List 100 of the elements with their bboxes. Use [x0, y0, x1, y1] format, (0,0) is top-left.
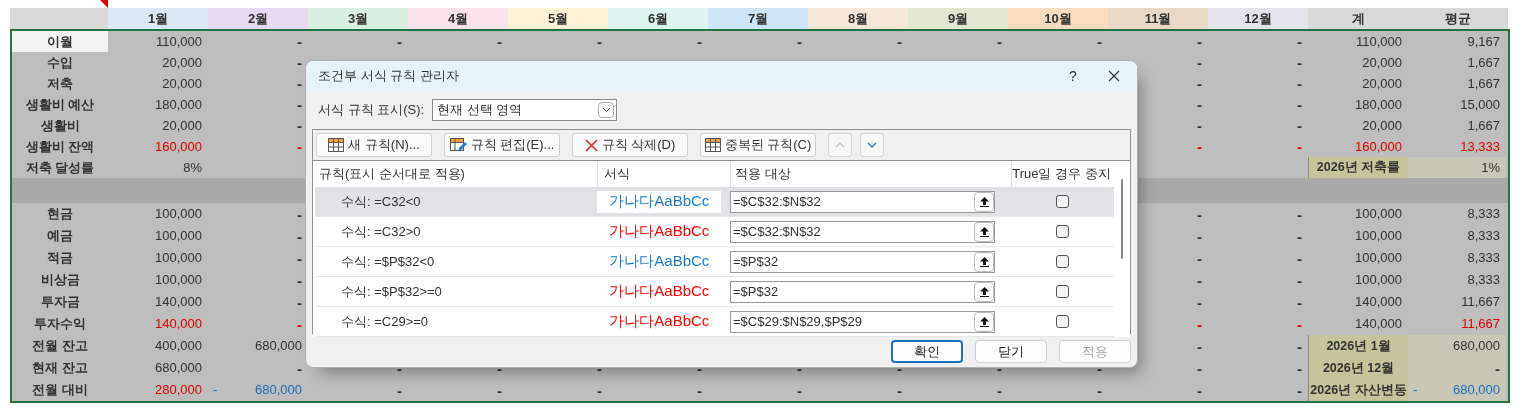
applies-to-field[interactable]: =$C$32:$N$32 [730, 220, 995, 243]
cell-value: - [797, 382, 802, 398]
row-label[interactable]: 전월 대비 [12, 379, 108, 401]
row-label[interactable]: 투자수익 [12, 313, 108, 335]
arrow-up-icon [979, 286, 989, 297]
rule-condition: 수식: =$P$32<0 [341, 253, 435, 269]
format-preview: 가나다AaBbCc [597, 190, 722, 213]
column-header: 2월 [208, 8, 308, 29]
row-label[interactable]: 저축 달성률 [12, 157, 108, 178]
toolbar-button[interactable]: 중복된 규칙(C) [700, 133, 816, 157]
toolbar-button[interactable]: 새 규칙(N)... [316, 133, 432, 157]
cell-value: 1,667 [1467, 74, 1500, 93]
cell-value: 680,000 [1453, 337, 1500, 356]
stop-checkbox[interactable] [1056, 315, 1070, 328]
cell-value: 1% [1481, 158, 1500, 177]
cell-value: 160,000 [155, 137, 202, 156]
applies-to-field[interactable]: =$P$32 [730, 250, 995, 273]
row-label[interactable]: 적금 [12, 247, 108, 269]
cell-value: 11,667 [1461, 293, 1500, 312]
show-rules-dropdown[interactable]: 현재 선택 영역 [432, 99, 618, 121]
cell-value: - [1297, 76, 1302, 91]
cell-value: 180,000 [1355, 95, 1402, 114]
row-label[interactable]: 생활비 예산 [12, 94, 108, 115]
scrollbar-thumb[interactable] [1121, 179, 1123, 259]
table-icon [328, 138, 345, 152]
cell-value: - [1197, 206, 1202, 222]
cell-value: - [897, 360, 902, 376]
cell-value: - [797, 360, 802, 376]
chevron-down-icon [867, 142, 877, 148]
cell-value: 140,000 [1355, 315, 1402, 334]
row-label[interactable]: 생활비 [12, 115, 108, 136]
stop-checkbox[interactable] [1056, 285, 1070, 298]
delete-icon [584, 138, 598, 152]
cell-value: 140,000 [155, 293, 202, 312]
cell-value: 9,167 [1467, 32, 1500, 51]
cell-value: - [697, 34, 702, 49]
row-label[interactable]: 저축 [12, 73, 108, 94]
collapse-button[interactable] [974, 311, 994, 332]
applies-to-field[interactable]: =$C$29:$N$29,$P$29 [730, 310, 995, 333]
column-header: 1월 [108, 8, 208, 29]
cell-value: - [1297, 360, 1302, 376]
stop-checkbox[interactable] [1056, 255, 1070, 268]
toolbar-button[interactable]: 규칙 편집(E)... [444, 133, 560, 157]
cell-value: - [1197, 294, 1202, 310]
column-header: 8월 [808, 8, 908, 29]
cell-value: 13,333 [1460, 137, 1500, 156]
row-label[interactable]: 전월 잔고 [12, 335, 108, 357]
dialog-button[interactable]: 닫기 [975, 340, 1047, 363]
applies-to-field[interactable]: =$C$32:$N$32 [730, 190, 995, 213]
collapse-button[interactable] [974, 221, 994, 242]
arrow-up-icon [979, 196, 989, 207]
row-label[interactable]: 이월 [12, 31, 108, 52]
toolbar-button[interactable]: 규칙 삭제(D) [572, 133, 688, 157]
cell-value: - [297, 272, 302, 288]
rule-condition: 수식: =C29>=0 [341, 313, 429, 329]
arrow-up-icon [979, 256, 989, 267]
row-label[interactable]: 현재 잔고 [12, 357, 108, 379]
rule-condition: 수식: =C32>0 [341, 223, 421, 239]
cell-value: - [697, 382, 702, 398]
cell-value: - [997, 34, 1002, 49]
cell-value: - [297, 206, 302, 222]
cell-value: 8,333 [1467, 271, 1500, 290]
cell-value: - [1297, 34, 1302, 49]
cell-value: - [1297, 250, 1302, 266]
cell-value: 680,000 [155, 359, 202, 378]
row-label[interactable]: 생활비 잔액 [12, 136, 108, 157]
row-label[interactable]: 현금 [12, 203, 108, 225]
cell-value: - [1297, 382, 1302, 398]
dialog-button[interactable]: 확인 [891, 340, 963, 363]
collapse-button[interactable] [974, 251, 994, 272]
collapse-button[interactable] [974, 191, 994, 212]
column-header: 규칙(표시 순서대로 적용) [318, 165, 466, 184]
summary-label: 2026년 1월 [1308, 335, 1408, 357]
cell-value: 140,000 [155, 315, 202, 334]
cell-value: - [297, 250, 302, 266]
stop-checkbox[interactable] [1056, 225, 1070, 238]
row-label[interactable]: 비상금 [12, 269, 108, 291]
row-label[interactable]: 투자금 [12, 291, 108, 313]
cell-value: - [397, 34, 402, 49]
cell-value: - [297, 139, 302, 154]
cell-value: 140,000 [1355, 293, 1402, 312]
cell-value: - [297, 360, 302, 376]
cell-value: 20,000 [1362, 53, 1402, 72]
cell-value: - [297, 228, 302, 244]
cell-value: 100,000 [155, 271, 202, 290]
applies-to-field[interactable]: =$P$32 [730, 280, 995, 303]
cell-value: - [697, 360, 702, 376]
cell-value: - [1297, 97, 1302, 112]
collapse-button[interactable] [974, 281, 994, 302]
cell-value: - [1197, 338, 1202, 354]
cell-value: 100,000 [1355, 227, 1402, 246]
column-header: 12월 [1208, 8, 1308, 29]
cell-value: 100,000 [1355, 249, 1402, 268]
help-button[interactable]: ? [1055, 61, 1091, 91]
row-label[interactable]: 예금 [12, 225, 108, 247]
column-header: 3월 [308, 8, 408, 29]
row-label[interactable]: 수입 [12, 52, 108, 73]
stop-checkbox[interactable] [1056, 195, 1070, 208]
arrow-up-icon [979, 316, 989, 327]
rule-row[interactable]: 수식: =C32<0 가나다AaBbCc =$C$32:$N$32 [315, 187, 1114, 217]
